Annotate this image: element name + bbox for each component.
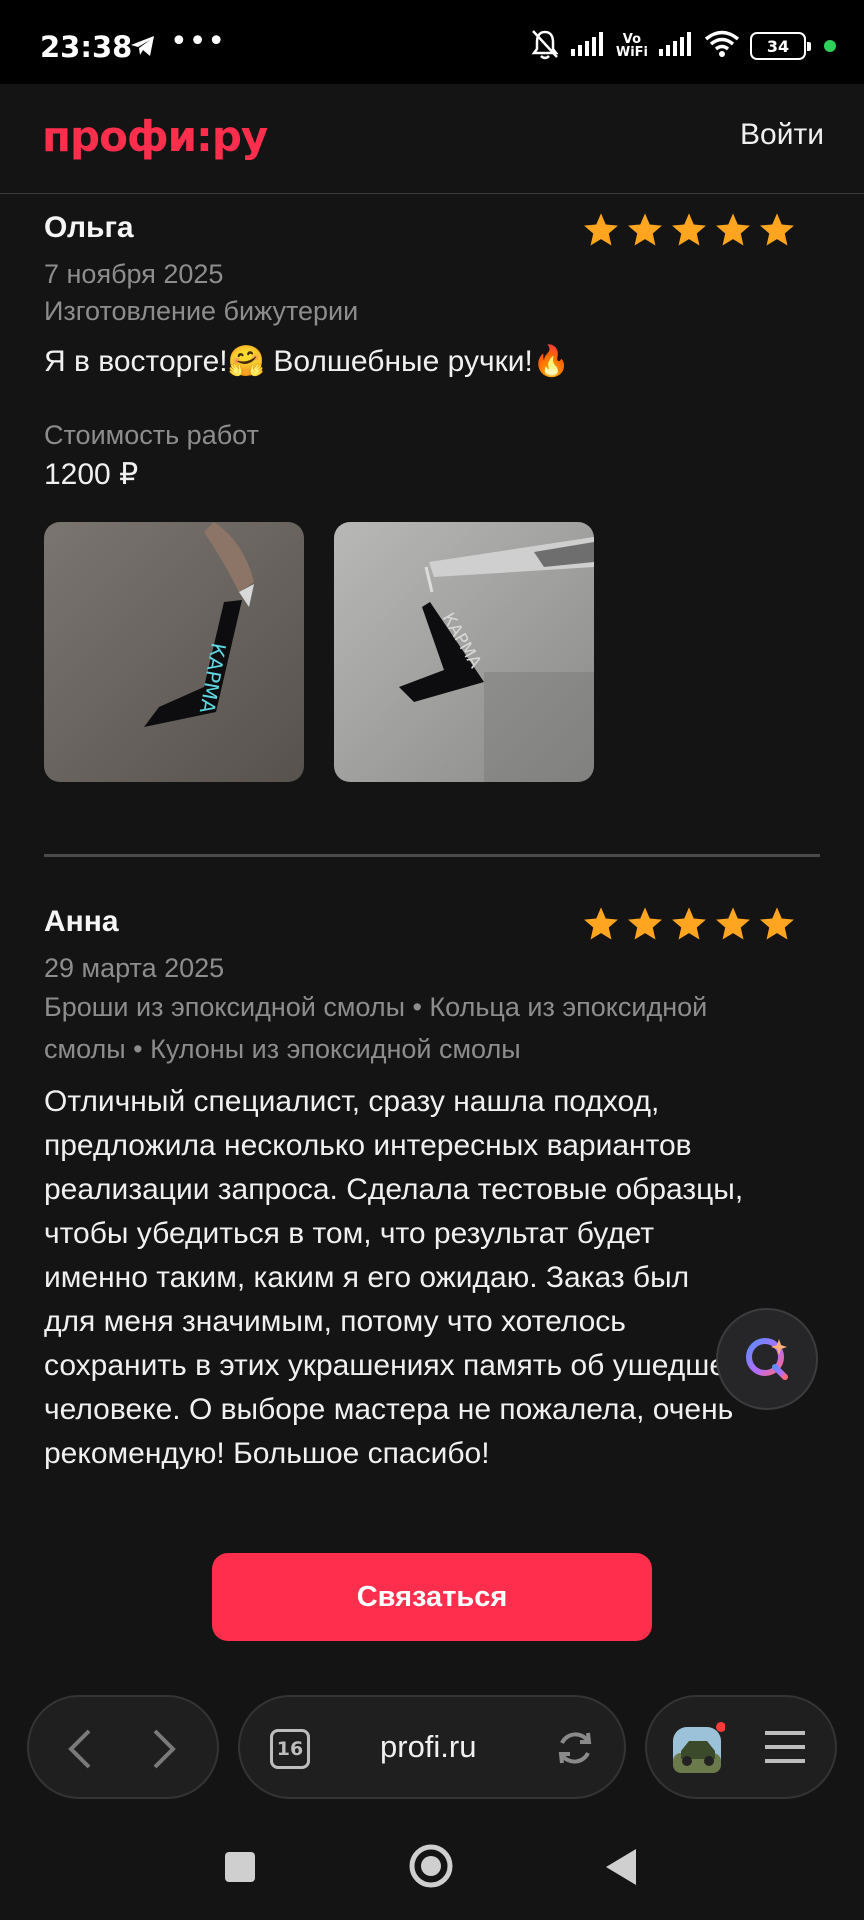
review-category-line: Броши из эпоксидной смолы • Кольца из эп… [44,992,708,1022]
review-text-line: человеке. О выборе мастера не пожалела, … [44,1393,734,1426]
review-card: Ольга 7 ноября 2025 Изготовление бижутер… [44,211,820,811]
address-bar[interactable]: 16 profi.ru [238,1695,626,1799]
telegram-icon [130,34,156,62]
review-divider [44,854,820,857]
back-triangle-icon[interactable] [604,1847,638,1891]
ai-assistant-icon [739,1329,795,1389]
review-text-line: предложила несколько интересных варианто… [44,1129,692,1162]
cost-value: 1200 ₽ [44,458,139,491]
wifi-icon [704,30,740,62]
star-icon [760,907,794,940]
review-text-line: реализации запроса. Сделала тестовые обр… [44,1173,744,1206]
browser-toolbar: 16 profi.ru [0,1675,864,1817]
recents-icon[interactable] [224,1851,256,1887]
hamburger-menu-icon[interactable] [765,1729,805,1769]
review-text-line: сохранить в этих украшениях память об уш… [44,1349,747,1382]
review-text-line: Отличный специалист, сразу нашла подход, [44,1085,660,1118]
star-icon [760,213,794,246]
site-logo[interactable]: профи:ру [42,112,268,161]
review-text-line: для меня значимым, потому что хотелось [44,1305,626,1338]
review-date: 7 ноября 2025 [44,259,224,289]
tabs-counter[interactable]: 16 [270,1729,310,1769]
star-icon [716,213,750,246]
rating-stars [582,905,796,943]
star-icon [628,907,662,940]
login-link[interactable]: Войти [740,118,824,152]
reload-icon[interactable] [554,1727,596,1773]
signal-icon-2 [658,31,694,61]
cost-label: Стоимость работ [44,420,259,450]
review-text-line: рекомендую! Большое спасибо! [44,1437,490,1470]
review-photo[interactable]: КАРМА [334,522,594,782]
forward-arrow-icon[interactable] [149,1727,179,1775]
star-icon [628,213,662,246]
vowifi-indicator: Vo WiFi [616,33,648,59]
back-arrow-icon[interactable] [65,1727,95,1775]
review-text: Я в восторге!🤗 Волшебные ручки!🔥 [44,345,571,378]
star-icon [716,907,750,940]
star-icon [584,907,618,940]
menu-group [645,1695,837,1799]
review-category: Изготовление бижутерии [44,296,359,326]
site-header: профи:ру Войти [0,84,864,194]
review-card: Анна 29 марта 2025 Броши из эпоксидной с… [44,905,820,1525]
review-date: 29 марта 2025 [44,953,225,983]
rating-stars [582,211,796,249]
reviews-list: Ольга 7 ноября 2025 Изготовление бижутер… [0,195,864,1675]
review-text-line: чтобы убедиться в том, что результат буд… [44,1217,655,1250]
status-time: 23:38 [40,30,133,64]
signal-icon [570,31,606,61]
vowifi-line2: WiFi [615,45,648,60]
review-category-line: смолы • Кулоны из эпоксидной смолы [44,1034,521,1064]
home-icon[interactable] [408,1843,454,1893]
assistant-fab[interactable] [716,1308,818,1410]
profile-avatar-icon[interactable] [671,1721,726,1779]
status-bar: 23:38 ••• Vo WiFi 34 [0,0,864,84]
star-icon [584,213,618,246]
mute-bell-icon [530,28,560,64]
url-text[interactable]: profi.ru [380,1729,476,1765]
system-navigation-bar [0,1817,864,1920]
review-photo[interactable]: КАРМА [44,522,304,782]
battery-icon: 34 [750,32,811,60]
nav-buttons-group [27,1695,219,1799]
star-icon [672,213,706,246]
contact-button[interactable]: Связаться [212,1553,652,1641]
privacy-indicator-dot [824,40,836,52]
review-text-line: именно таким, каким я его ожидаю. Заказ … [44,1261,690,1294]
more-notifications-icon: ••• [170,24,227,59]
review-text: Отличный специалист, сразу нашла подход,… [44,1080,820,1476]
review-photos: КАРМА КАРМА [44,522,820,782]
star-icon [672,907,706,940]
